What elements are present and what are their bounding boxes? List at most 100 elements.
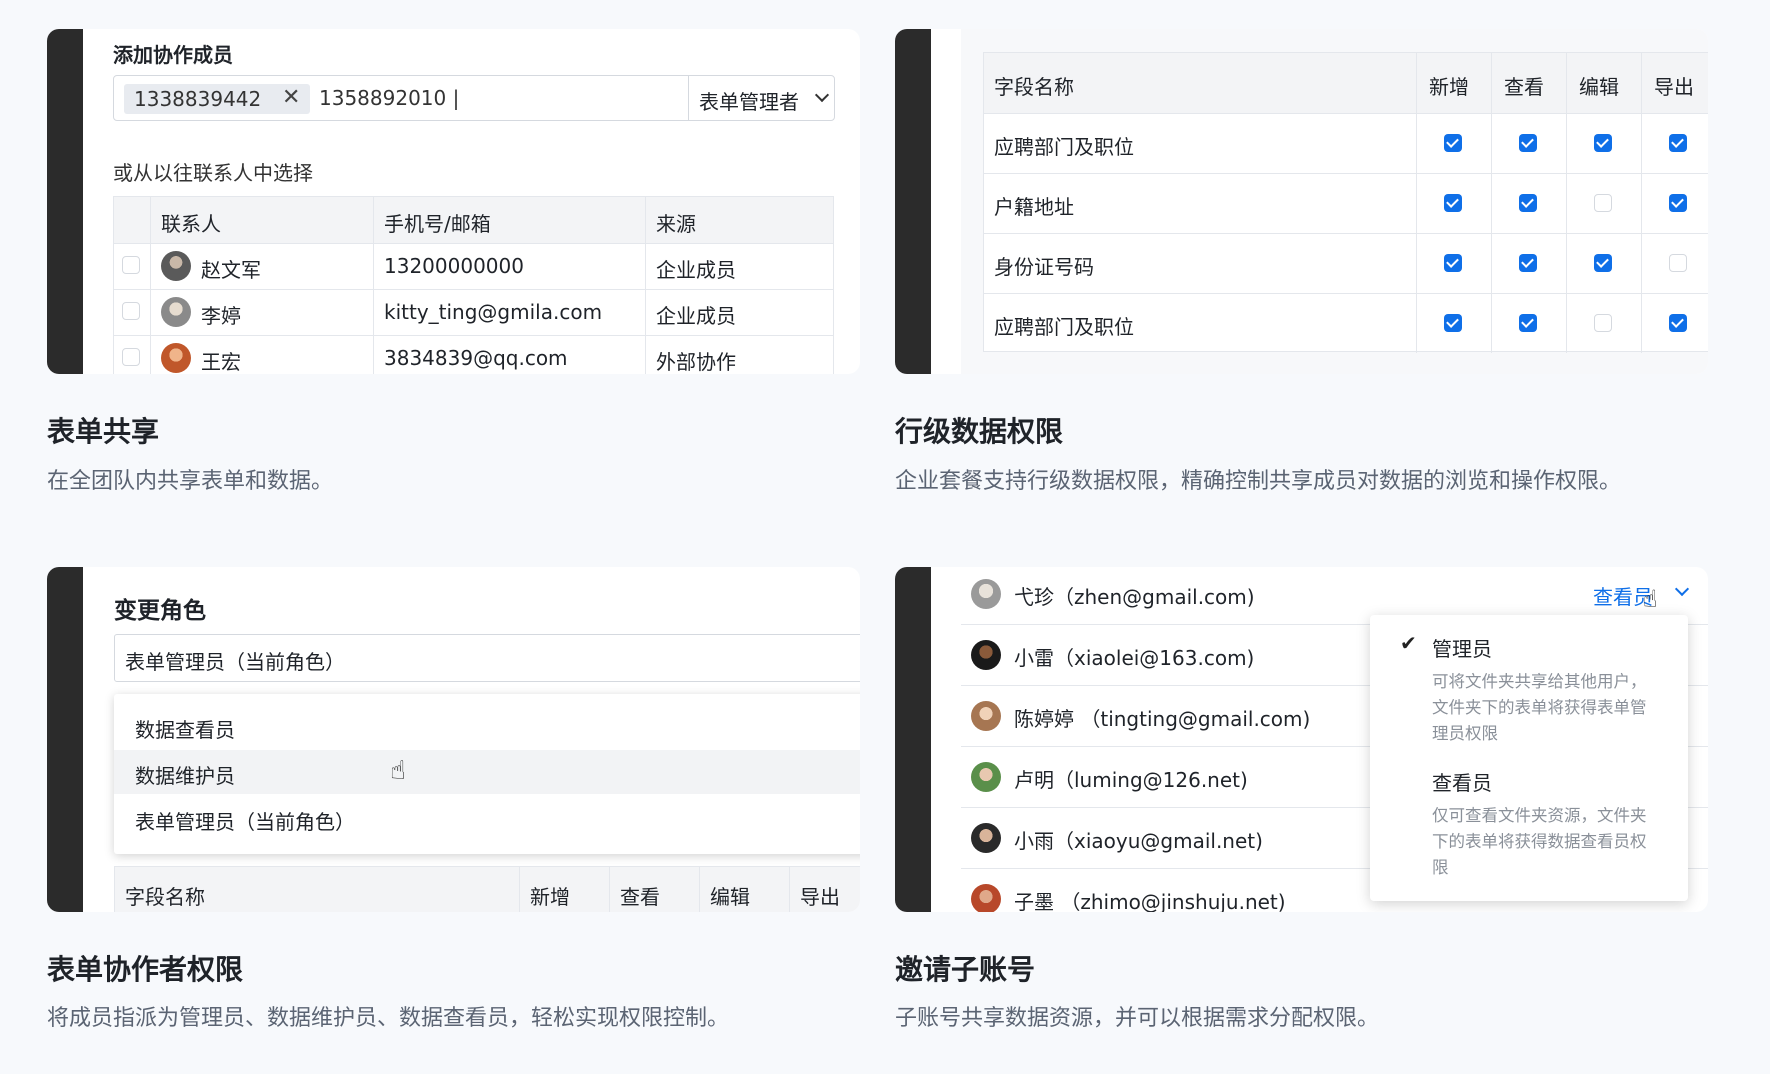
- column-header: 联系人: [161, 212, 221, 236]
- role-option-label: 数据维护员: [135, 764, 235, 788]
- permission-checkbox[interactable]: [1594, 254, 1612, 272]
- role-input[interactable]: 表单管理员（当前角色）: [114, 634, 860, 682]
- permission-checkbox[interactable]: [1669, 314, 1687, 332]
- role-menu-item[interactable]: ✔ 管理员 可将文件夹共享给其他用户，文件夹下的表单将获得表单管理员权限: [1370, 629, 1688, 749]
- contacts-table: 联系人 手机号/邮箱 来源 赵文军 13200000000 企业成员 李婷 ki…: [113, 196, 834, 374]
- contact-name: 李婷: [201, 304, 241, 328]
- permission-checkbox[interactable]: [1444, 314, 1462, 332]
- role-option-label: 表单管理员（当前角色）: [135, 810, 355, 834]
- permission-checkbox[interactable]: [1444, 134, 1462, 152]
- add-collaborator-heading: 添加协作成员: [113, 43, 233, 67]
- member-label: 卢明（luming@126.net): [1014, 768, 1248, 792]
- role-select[interactable]: 表单管理者: [688, 76, 835, 120]
- permission-table: 字段名称 新增 查看 编辑 导出 应聘部门及职位 户籍地址 身份证号码 应聘部门…: [983, 52, 1708, 353]
- form-share-card: 添加协作成员 1338839442 ✕ 1358892010 | 表单管理者 或…: [47, 29, 860, 374]
- member-label: 小雨（xiaoyu@gmail.net): [1014, 829, 1263, 853]
- choose-from-contacts-label: 或从以往联系人中选择: [113, 161, 313, 185]
- role-menu-desc: 可将文件夹共享给其他用户，文件夹下的表单将获得表单管理员权限: [1432, 672, 1647, 743]
- permission-checkbox[interactable]: [1519, 134, 1537, 152]
- invite-subaccount-card: 弋珍（zhen@gmail.com) 查看员 ☝ 小雷（xiaolei@163.…: [895, 567, 1708, 912]
- contact-name: 王宏: [201, 350, 241, 374]
- change-role-heading: 变更角色: [114, 598, 206, 624]
- member-label: 小雷（xiaolei@163.com): [1014, 646, 1255, 670]
- role-select-value: 表单管理者: [699, 90, 799, 114]
- check-icon: ✔: [1400, 631, 1417, 655]
- contact-value: kitty_ting@gmila.com: [384, 300, 603, 324]
- column-header: 编辑: [1579, 75, 1619, 99]
- avatar: [161, 297, 191, 327]
- member-label: 子墨 （zhimo@jinshuju.net): [1014, 890, 1286, 912]
- column-header: 来源: [656, 212, 696, 236]
- role-option[interactable]: 数据查看员: [114, 704, 860, 748]
- role-option-hovered[interactable]: 数据维护员 ☝: [114, 750, 860, 794]
- avatar: [971, 823, 1001, 853]
- collaborator-role-title: 表单协作者权限: [47, 953, 244, 986]
- field-name: 身份证号码: [994, 255, 1094, 279]
- collaborator-role-card: 变更角色 表单管理员（当前角色） 数据查看员 数据维护员 ☝ 表单管理员（当前角…: [47, 567, 860, 912]
- row-permission-card: 字段名称 新增 查看 编辑 导出 应聘部门及职位 户籍地址 身份证号码 应聘部门…: [895, 29, 1708, 374]
- column-header: 查看: [1504, 75, 1544, 99]
- avatar: [971, 640, 1001, 670]
- collaborator-input[interactable]: 1338839442 ✕ 1358892010 | 表单管理者: [113, 75, 835, 121]
- permission-checkbox[interactable]: [1594, 314, 1612, 332]
- column-header: 查看: [620, 885, 660, 909]
- row-checkbox[interactable]: [122, 302, 140, 320]
- card-accent-bar: [47, 29, 83, 374]
- column-header: 新增: [1429, 75, 1469, 99]
- invite-subaccount-title: 邀请子账号: [895, 953, 1036, 986]
- avatar: [971, 884, 1001, 912]
- hand-cursor-icon: ☝: [390, 756, 406, 786]
- role-menu-popover: ✔ 管理员 可将文件夹共享给其他用户，文件夹下的表单将获得表单管理员权限 查看员…: [1370, 615, 1688, 901]
- field-name: 户籍地址: [994, 195, 1074, 219]
- column-header: 导出: [1654, 75, 1694, 99]
- member-tag: 1338839442 ✕: [124, 84, 310, 114]
- permission-checkbox[interactable]: [1519, 194, 1537, 212]
- chevron-down-icon: [814, 87, 830, 103]
- avatar: [971, 579, 1001, 609]
- card-accent-bar: [895, 29, 931, 374]
- avatar: [161, 343, 191, 373]
- column-header: 字段名称: [994, 75, 1074, 99]
- contact-value: 13200000000: [384, 254, 524, 278]
- permission-checkbox[interactable]: [1444, 254, 1462, 272]
- member-label: 陈婷婷 （tingting@gmail.com): [1014, 707, 1311, 731]
- row-permission-desc: 企业套餐支持行级数据权限，精确控制共享成员对数据的浏览和操作权限。: [895, 469, 1622, 494]
- form-share-desc: 在全团队内共享表单和数据。: [47, 469, 334, 494]
- role-option[interactable]: 表单管理员（当前角色）: [114, 796, 860, 840]
- column-header: 字段名称: [125, 885, 205, 909]
- hand-cursor-icon: ☝: [1643, 585, 1658, 613]
- row-permission-title: 行级数据权限: [895, 415, 1064, 448]
- role-menu-label: 查看员: [1432, 771, 1492, 795]
- role-dropdown-menu: 数据查看员 数据维护员 ☝ 表单管理员（当前角色）: [114, 694, 860, 854]
- permission-checkbox[interactable]: [1444, 194, 1462, 212]
- card-accent-bar: [895, 567, 931, 912]
- role-option-label: 数据查看员: [135, 718, 235, 742]
- field-name: 应聘部门及职位: [994, 135, 1134, 159]
- permission-checkbox[interactable]: [1594, 134, 1612, 152]
- row-checkbox[interactable]: [122, 256, 140, 274]
- permission-checkbox[interactable]: [1519, 254, 1537, 272]
- row-checkbox[interactable]: [122, 348, 140, 366]
- permission-checkbox[interactable]: [1669, 134, 1687, 152]
- permission-checkbox[interactable]: [1594, 194, 1612, 212]
- contact-source: 企业成员: [656, 258, 736, 282]
- field-name: 应聘部门及职位: [994, 315, 1134, 339]
- member-tag-label: 1338839442: [134, 87, 262, 111]
- remove-tag-icon[interactable]: ✕: [282, 85, 300, 110]
- member-role-dropdown[interactable]: 查看员 ☝: [1593, 579, 1693, 613]
- role-menu-desc: 仅可查看文件夹资源，文件夹下的表单将获得数据查看员权限: [1432, 806, 1647, 877]
- invite-subaccount-desc: 子账号共享数据资源，并可以根据需求分配权限。: [895, 1006, 1380, 1031]
- role-input-value: 表单管理员（当前角色）: [125, 650, 345, 674]
- collaborator-role-desc: 将成员指派为管理员、数据维护员、数据查看员，轻松实现权限控制。: [47, 1006, 730, 1031]
- avatar: [971, 701, 1001, 731]
- permission-checkbox[interactable]: [1519, 314, 1537, 332]
- permission-checkbox[interactable]: [1669, 254, 1687, 272]
- avatar: [971, 762, 1001, 792]
- role-menu-label: 管理员: [1432, 637, 1492, 661]
- permission-checkbox[interactable]: [1669, 194, 1687, 212]
- contact-source: 企业成员: [656, 304, 736, 328]
- role-menu-item[interactable]: 查看员 仅可查看文件夹资源，文件夹下的表单将获得数据查看员权限: [1370, 763, 1688, 889]
- column-header: 手机号/邮箱: [384, 212, 491, 236]
- column-header: 编辑: [710, 885, 750, 909]
- contact-value: 3834839@qq.com: [384, 346, 568, 370]
